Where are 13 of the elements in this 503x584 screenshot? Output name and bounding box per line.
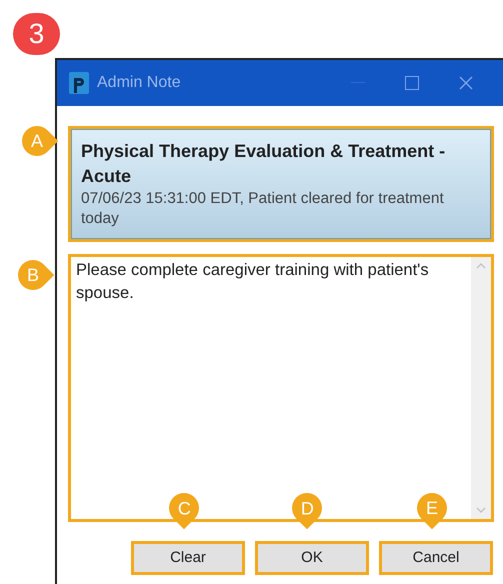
- scroll-down-icon[interactable]: [476, 507, 486, 513]
- step-badge: 3: [13, 13, 60, 55]
- dialog-button[interactable]: Cancel: [379, 541, 493, 575]
- scroll-up-icon[interactable]: [476, 263, 486, 269]
- close-icon[interactable]: [459, 76, 473, 90]
- maximize-icon[interactable]: [405, 76, 419, 90]
- dialog-button[interactable]: OK: [255, 541, 369, 575]
- app-logo-icon: [69, 72, 89, 94]
- window-title: Admin Note: [97, 73, 181, 93]
- order-subtitle: 07/06/23 15:31:00 EDT, Patient cleared for treatment today: [81, 189, 445, 229]
- scrollbar[interactable]: [471, 257, 491, 519]
- dialog-button[interactable]: Clear: [131, 541, 245, 575]
- order-title: Physical Therapy Evaluation & Treatment - Acute: [81, 140, 446, 188]
